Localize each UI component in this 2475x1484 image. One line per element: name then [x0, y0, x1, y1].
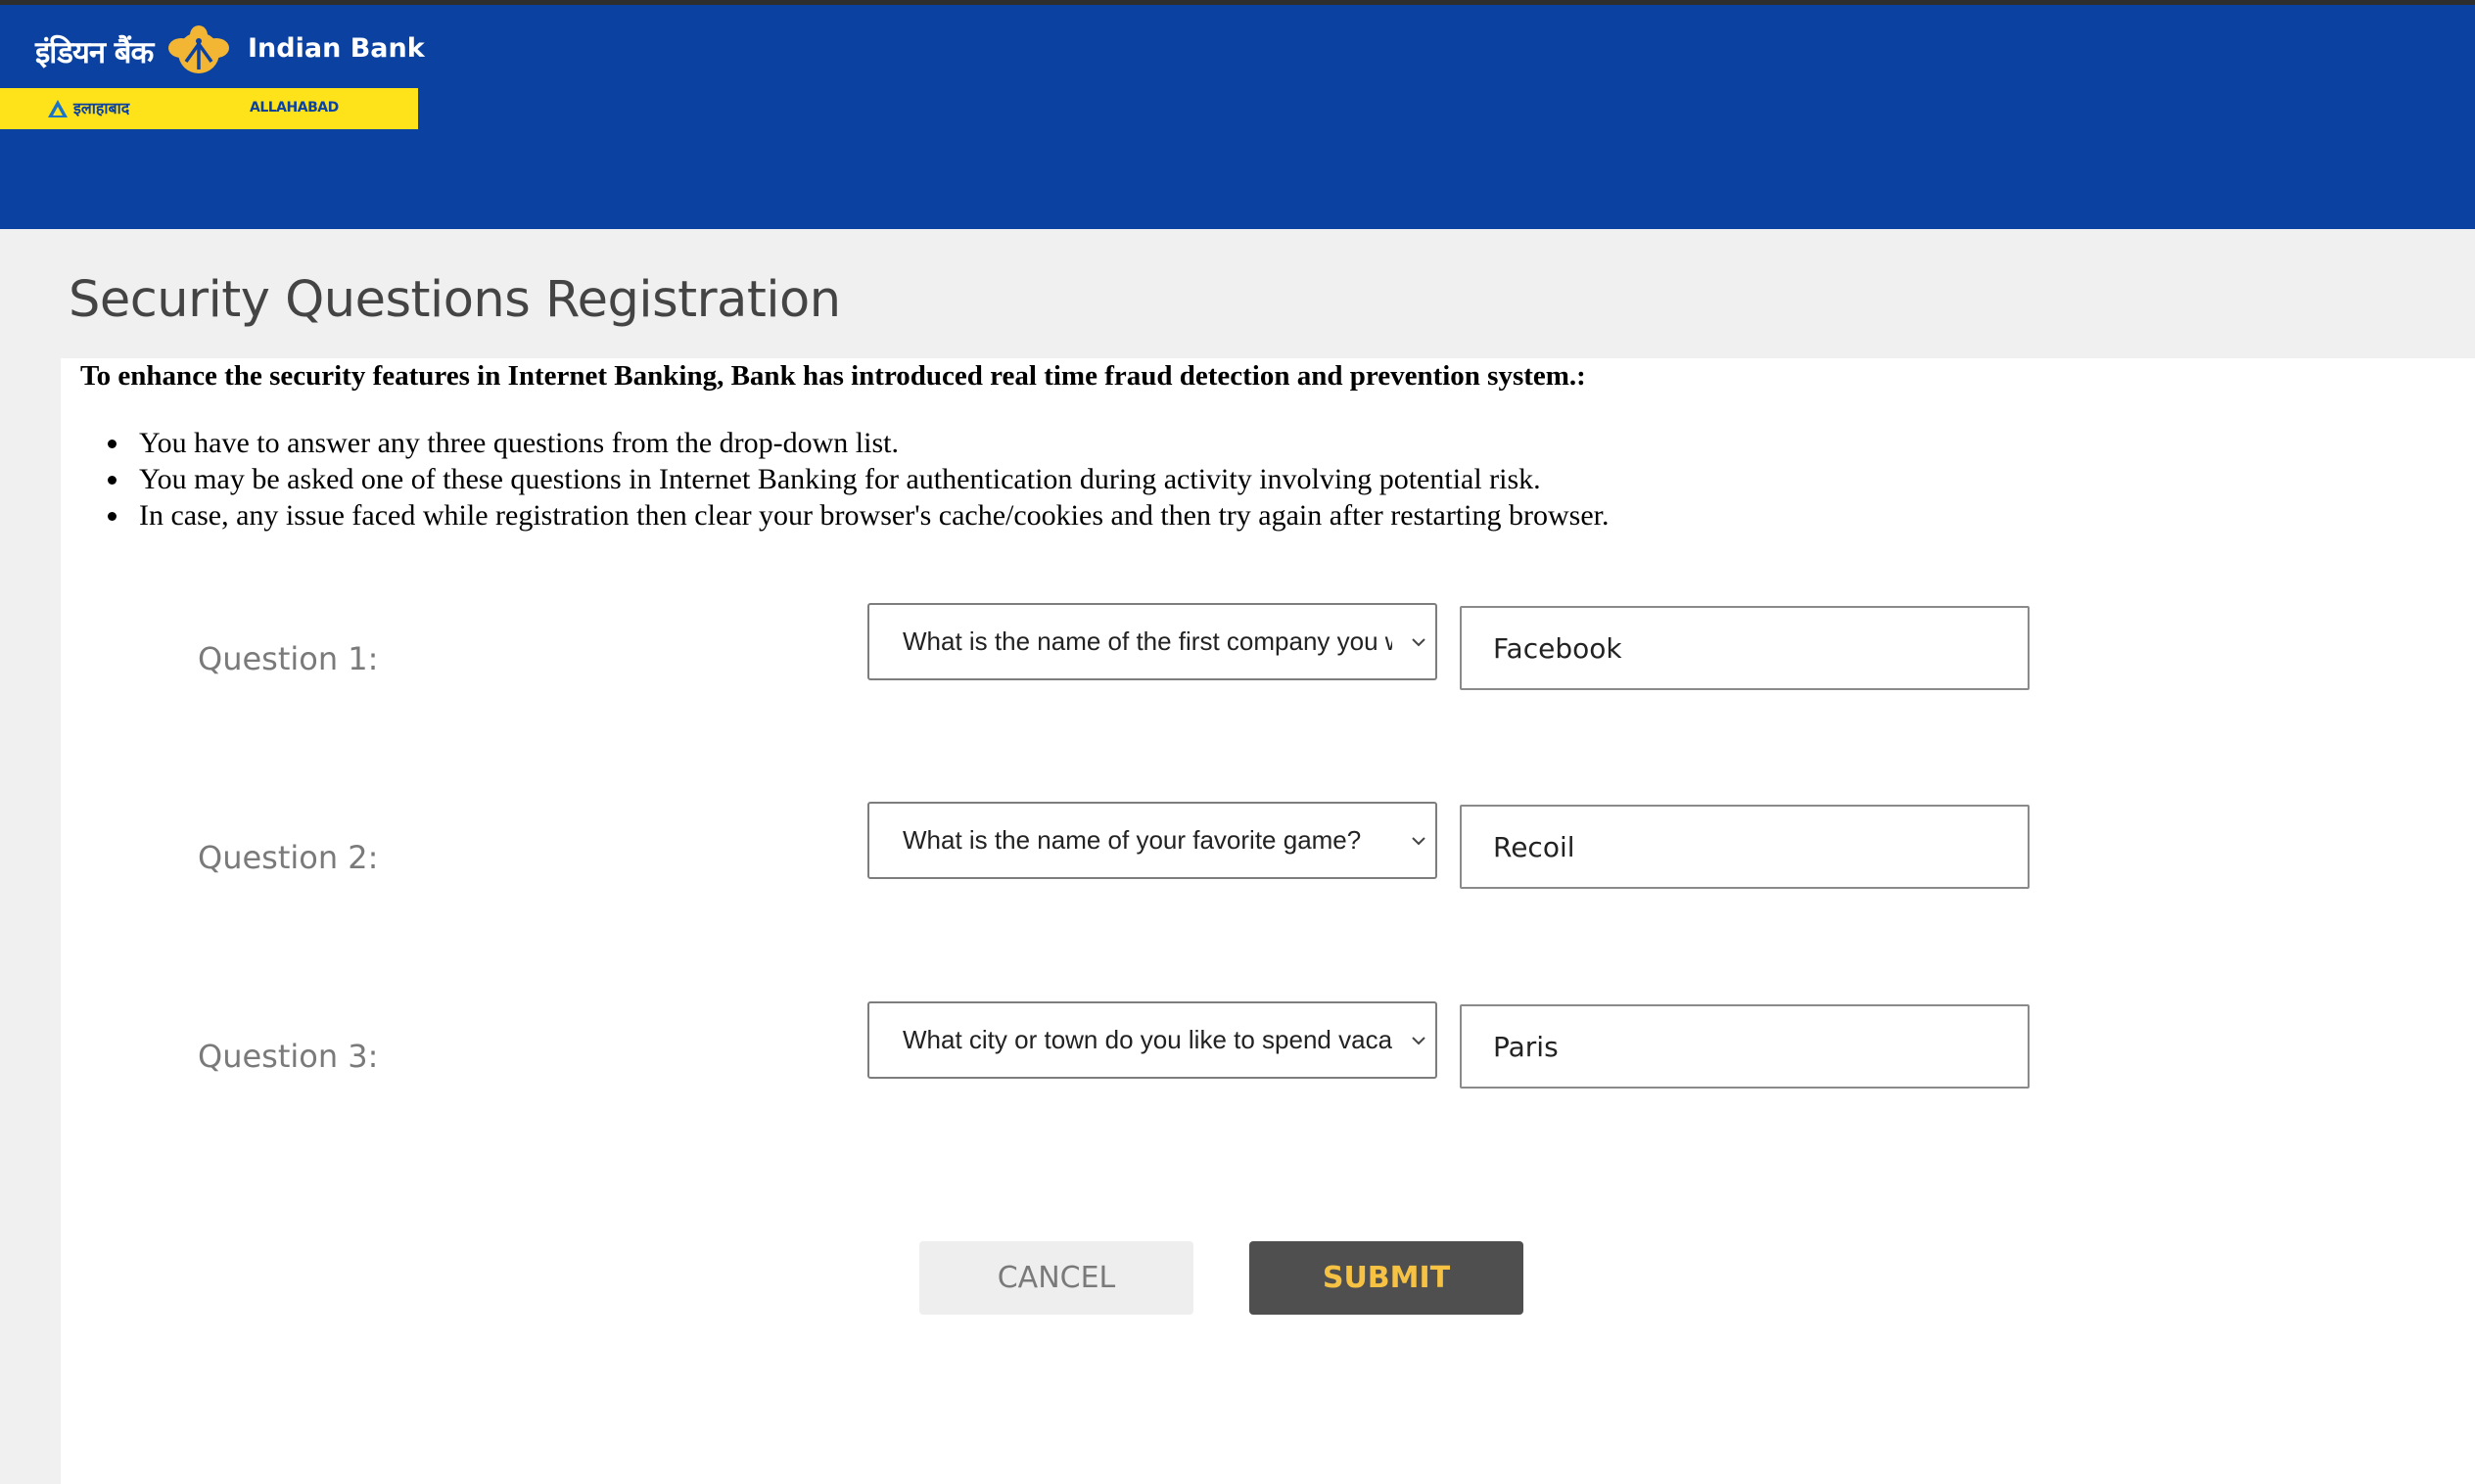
submit-button[interactable]: SUBMIT [1249, 1241, 1523, 1315]
logo-hindi-text: इंडियन बैंक [35, 35, 154, 70]
question-2-select[interactable]: What is the name of your favorite game? [867, 802, 1437, 879]
question-2-selected-value: What is the name of your favorite game? [903, 825, 1362, 855]
question-3-label: Question 3: [198, 1038, 379, 1075]
logo-english-text: Indian Bank [248, 33, 425, 64]
chevron-down-icon [1412, 1037, 1425, 1045]
instruction-item: You have to answer any three questions f… [108, 425, 1609, 461]
question-1-label: Question 1: [198, 640, 379, 677]
registration-panel: To enhance the security features in Inte… [61, 358, 2475, 1484]
instruction-item: In case, any issue faced while registrat… [108, 497, 1609, 533]
bank-header: इंडियन बैंक Indian Bank इलाहाबाद ALLAHAB… [0, 5, 2475, 229]
question-3-answer-field[interactable] [1460, 1004, 2030, 1089]
chevron-down-icon [1412, 837, 1425, 846]
page-title: Security Questions Registration [69, 271, 841, 329]
question-1-select[interactable]: What is the name of the first company yo… [867, 603, 1437, 680]
logo-sub-english-text: ALLAHABAD [250, 100, 339, 116]
allahabad-triangle-icon [48, 100, 68, 117]
intro-text: To enhance the security features in Inte… [80, 360, 1586, 392]
instruction-list: You have to answer any three questions f… [108, 425, 1609, 533]
chevron-down-icon [1412, 638, 1425, 647]
logo-sub-hindi-text: इलाहाबाद [73, 99, 130, 117]
indian-bank-emblem-icon [168, 25, 229, 73]
instruction-item: You may be asked one of these questions … [108, 461, 1609, 497]
question-2-label: Question 2: [198, 839, 379, 876]
question-2-answer-field[interactable] [1460, 805, 2030, 889]
question-1-answer-field[interactable] [1460, 606, 2030, 690]
question-3-selected-value: What city or town do you like to spend v… [903, 1025, 1392, 1054]
question-3-select[interactable]: What city or town do you like to spend v… [867, 1001, 1437, 1079]
cancel-button[interactable]: CANCEL [919, 1241, 1193, 1315]
question-1-selected-value: What is the name of the first company yo… [903, 626, 1392, 656]
logo-yellow-band: इलाहाबाद ALLAHABAD [0, 88, 418, 129]
